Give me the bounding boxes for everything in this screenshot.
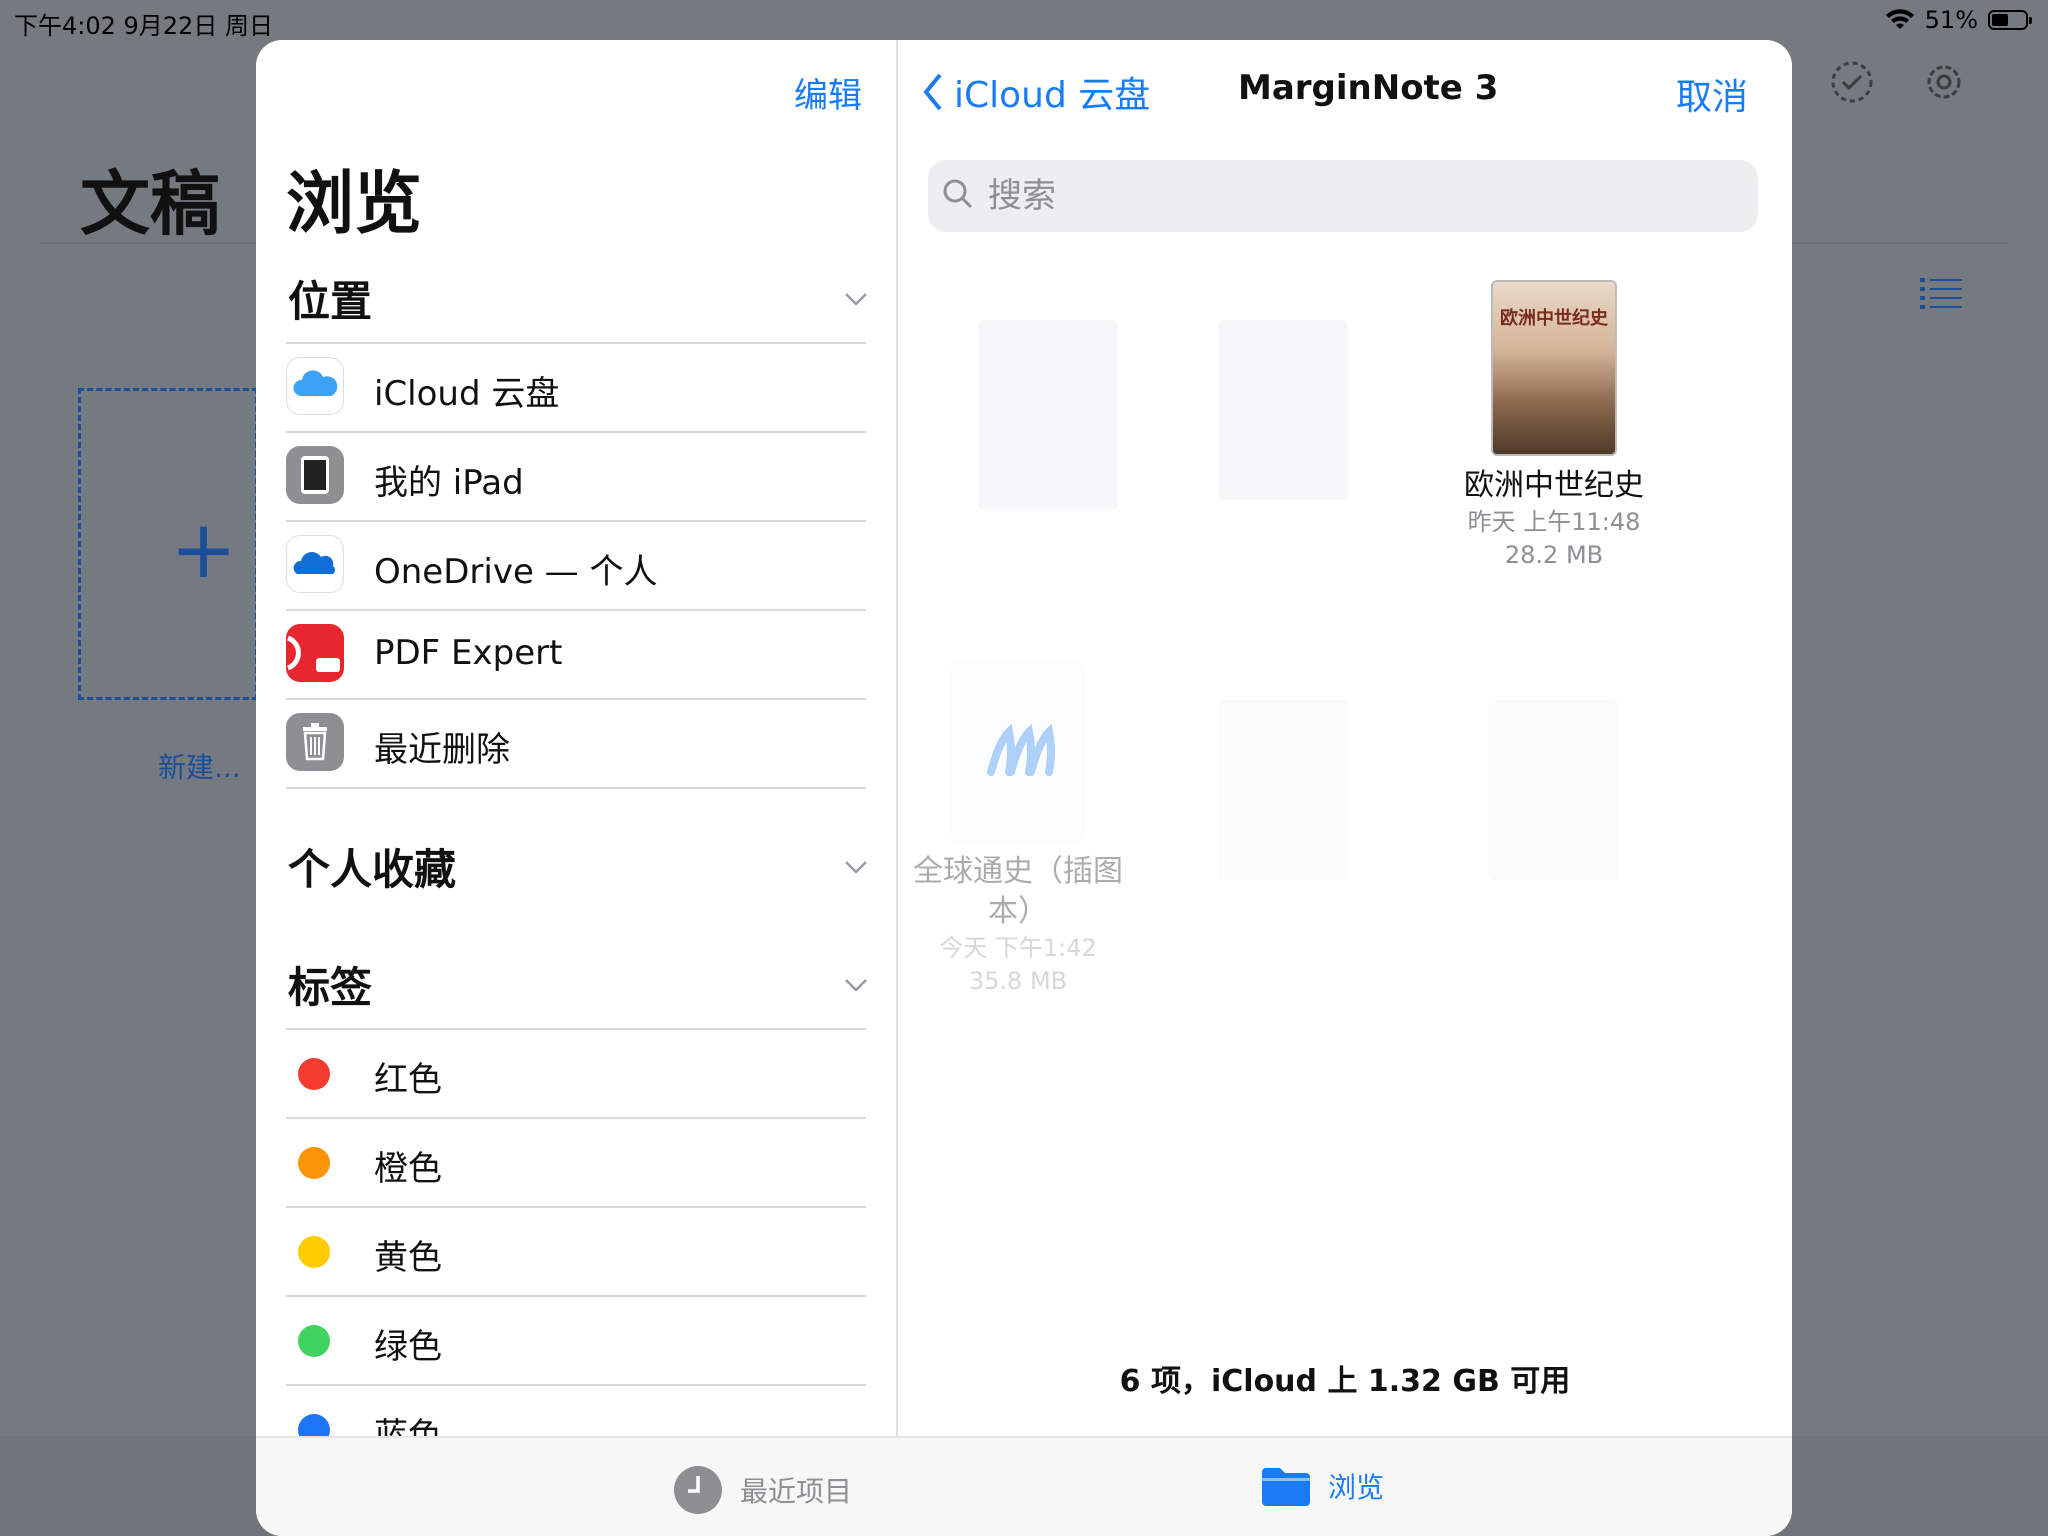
tab-browse[interactable]: 浏览 [1260, 1464, 1384, 1508]
sidebar-item-label: 我的 iPad [374, 463, 524, 503]
list-view-icon[interactable] [1920, 276, 1962, 310]
chevron-left-icon [923, 73, 942, 111]
file-item[interactable]: 欧洲中世纪史 欧洲中世纪史 昨天 上午11:48 28.2 MB [1434, 280, 1674, 572]
tag-label: 蓝色 [374, 1416, 442, 1436]
file-browser-pane: iCloud 云盘 MarginNote 3 取消 欧洲中世纪史 欧洲中世纪史 … [898, 40, 1792, 1436]
tag-yellow[interactable]: 黄色 [286, 1206, 866, 1297]
ipad-icon [286, 446, 344, 504]
checkmark-circle-icon[interactable] [1830, 60, 1874, 104]
chevron-down-icon[interactable] [844, 292, 868, 306]
sidebar-item-recently-deleted[interactable]: 最近删除 [286, 698, 866, 789]
background-title: 文稿 [80, 163, 220, 245]
section-favorites[interactable]: 个人收藏 [288, 836, 456, 897]
folder-title: MarginNote 3 [1238, 68, 1499, 108]
sidebar-item-label: PDF Expert [374, 633, 563, 673]
book-cover-title: 欧洲中世纪史 [1500, 308, 1608, 329]
status-time: 下午4:02 9月22日 周日 [14, 12, 273, 40]
search-bar[interactable] [928, 160, 1758, 232]
sidebar-item-icloud[interactable]: iCloud 云盘 [286, 342, 866, 433]
pdf-expert-icon [286, 624, 344, 682]
tab-bar: 最近项目 浏览 [256, 1436, 1792, 1536]
marginnote-icon [987, 723, 1055, 776]
tab-recents[interactable]: 最近项目 [672, 1464, 852, 1516]
tag-red[interactable]: 红色 [286, 1028, 866, 1119]
sidebar-item-label: 最近删除 [374, 730, 510, 770]
sidebar-item-my-ipad[interactable]: 我的 iPad [286, 431, 866, 522]
file-thumbnail-placeholder[interactable] [1218, 700, 1348, 880]
tag-color-dot [298, 1414, 330, 1436]
chevron-down-icon[interactable] [844, 860, 868, 874]
sidebar-item-onedrive[interactable]: OneDrive — 个人 [286, 520, 866, 611]
file-name: 全球通史（插图本） [913, 854, 1123, 929]
back-button[interactable]: iCloud 云盘 [922, 66, 1150, 118]
search-input[interactable] [986, 172, 1730, 220]
tag-label: 绿色 [374, 1327, 442, 1367]
sidebar-item-pdf-expert[interactable]: PDF Expert [286, 609, 866, 700]
icloud-icon [286, 357, 344, 415]
onedrive-icon [286, 535, 344, 593]
back-button-label: iCloud 云盘 [954, 75, 1151, 116]
section-tags[interactable]: 标签 [288, 954, 372, 1015]
file-date: 今天 下午1:42 [939, 934, 1097, 962]
gear-icon[interactable] [1922, 60, 1966, 104]
status-bar: 下午4:02 9月22日 周日 51% [0, 0, 2048, 40]
tag-color-dot [298, 1058, 330, 1090]
wifi-icon [1885, 9, 1914, 29]
file-thumbnail-placeholder[interactable] [1488, 700, 1618, 880]
tag-color-dot [298, 1236, 330, 1268]
tag-color-dot [298, 1147, 330, 1179]
file-picker-modal: 编辑 浏览 位置 iCloud 云盘 我的 iPad OneDrive — 个人 [256, 40, 1792, 1536]
cancel-button[interactable]: 取消 [1676, 68, 1748, 120]
trash-icon [286, 713, 344, 771]
tab-label: 最近项目 [740, 1475, 853, 1508]
battery-fill [1992, 14, 2009, 26]
book-cover-thumbnail: 欧洲中世纪史 [1491, 280, 1617, 456]
sidebar-item-label: OneDrive — 个人 [374, 552, 658, 592]
file-thumbnail-placeholder[interactable] [1218, 320, 1348, 500]
tag-label: 红色 [374, 1060, 442, 1100]
clock-icon [674, 1466, 722, 1514]
file-name: 欧洲中世纪史 [1464, 468, 1644, 503]
folder-icon [1262, 1468, 1310, 1506]
tag-label: 橙色 [374, 1149, 442, 1189]
sidebar-item-label: iCloud 云盘 [374, 374, 560, 414]
sidebar-divider [286, 787, 866, 791]
file-item[interactable]: 全球通史（插图本） 今天 下午1:42 35.8 MB [898, 662, 1138, 998]
tag-label: 黄色 [374, 1238, 442, 1278]
plus-icon: + [170, 503, 238, 596]
tag-green[interactable]: 绿色 [286, 1295, 866, 1386]
browse-sidebar: 编辑 浏览 位置 iCloud 云盘 我的 iPad OneDrive — 个人 [256, 40, 898, 1436]
section-locations[interactable]: 位置 [288, 268, 372, 329]
edit-button[interactable]: 编辑 [794, 68, 862, 117]
new-document-label: 新建... [158, 751, 241, 784]
document-thumbnail [951, 662, 1085, 842]
tag-blue[interactable]: 蓝色 [286, 1384, 866, 1436]
search-icon [943, 179, 973, 209]
storage-summary: 6 项，iCloud 上 1.32 GB 可用 [1119, 1364, 1571, 1399]
chevron-down-icon[interactable] [844, 978, 868, 992]
browse-title: 浏览 [286, 165, 423, 244]
tag-orange[interactable]: 橙色 [286, 1117, 866, 1208]
status-right: 51% [1885, 6, 2032, 34]
battery-icon [1988, 10, 2032, 30]
file-thumbnail-placeholder[interactable] [978, 320, 1118, 510]
tab-label: 浏览 [1328, 1471, 1385, 1504]
battery-percent: 51% [1924, 6, 1978, 34]
tag-color-dot [298, 1325, 330, 1357]
file-size: 35.8 MB [968, 967, 1068, 995]
file-date: 昨天 上午11:48 [1467, 508, 1641, 536]
file-size: 28.2 MB [1504, 541, 1604, 569]
